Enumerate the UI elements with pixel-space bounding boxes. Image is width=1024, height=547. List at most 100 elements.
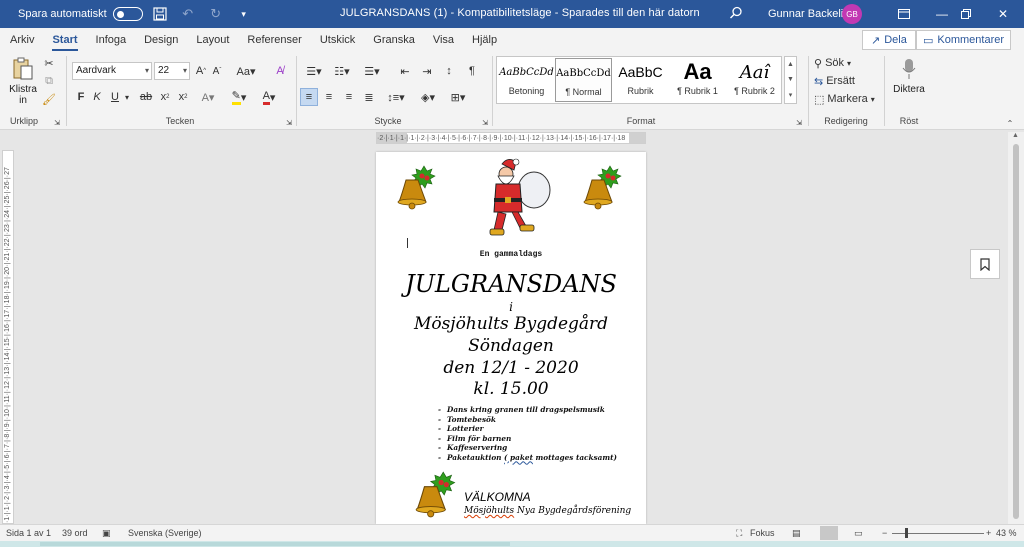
line-spacing-icon[interactable]: ↕≡▾: [384, 88, 408, 106]
search-icon[interactable]: [728, 5, 746, 23]
style-rubrik-2[interactable]: Aaî ¶ Rubrik 2: [726, 58, 783, 102]
avatar[interactable]: GB: [842, 4, 862, 24]
shrink-font-icon[interactable]: Aˇ: [210, 62, 224, 80]
superscript-icon[interactable]: x2: [176, 88, 190, 106]
web-layout-icon[interactable]: ▭: [854, 528, 863, 539]
scroll-thumb[interactable]: [1013, 144, 1019, 519]
tab-design[interactable]: Design: [144, 28, 178, 52]
chevron-down-icon[interactable]: ▼: [787, 76, 794, 83]
clipboard-launcher-icon[interactable]: ⇲: [52, 118, 62, 128]
underline-dropdown-icon[interactable]: ▾: [122, 88, 132, 106]
horizontal-ruler[interactable]: ·2·|·1·|·1·|·1·|·2·|·3·|·4·|·5·|·6·|·7·|…: [376, 132, 646, 144]
paste-icon[interactable]: [8, 56, 38, 82]
paste-button-label[interactable]: Klistra in: [6, 84, 40, 106]
word-count[interactable]: 39 ord: [62, 528, 88, 538]
font-color-icon[interactable]: A ▾: [258, 88, 280, 106]
styles-launcher-icon[interactable]: ⇲: [794, 118, 804, 128]
clear-formatting-icon[interactable]: A̸: [272, 62, 288, 80]
decrease-indent-icon[interactable]: ⇤: [396, 62, 414, 80]
proofing-icon[interactable]: ▣: [102, 528, 111, 539]
sort-icon[interactable]: ↕: [440, 62, 458, 80]
cut-icon[interactable]: ✂: [42, 56, 56, 70]
chevron-up-icon[interactable]: ▲: [787, 61, 794, 68]
document-page[interactable]: En gammaldags JULGRANSDANS i Mösjöhults …: [376, 152, 646, 524]
dictate-label[interactable]: Diktera: [888, 84, 930, 95]
zoom-out-icon[interactable]: −: [882, 528, 887, 538]
align-right-icon[interactable]: ≡: [340, 88, 358, 106]
print-layout-icon[interactable]: [820, 526, 838, 540]
borders-icon[interactable]: ⊞▾: [446, 88, 470, 106]
tab-utskick[interactable]: Utskick: [320, 28, 355, 52]
change-case-icon[interactable]: Aa▾: [236, 62, 256, 80]
tab-arkiv[interactable]: Arkiv: [10, 28, 34, 52]
style-betoning[interactable]: AaBbCcDd Betoning: [498, 58, 555, 102]
strikethrough-icon[interactable]: ab: [138, 88, 154, 106]
style-rubrik[interactable]: AaBbC Rubrik: [612, 58, 669, 102]
redo-icon[interactable]: ↻: [205, 3, 227, 25]
list-item[interactable]: Dans kring granen till dragspelsmusik: [438, 405, 638, 415]
flyer-line-i[interactable]: i: [376, 300, 646, 314]
bullets-icon[interactable]: ☰▾: [302, 62, 326, 80]
style-normal[interactable]: AaBbCcDd ¶ Normal: [555, 58, 612, 102]
list-item[interactable]: Film för barnen: [438, 434, 638, 444]
tab-layout[interactable]: Layout: [196, 28, 229, 52]
autosave-control[interactable]: Spara automatiskt: [18, 7, 143, 21]
multilevel-list-icon[interactable]: ☰▾: [360, 62, 384, 80]
focus-icon[interactable]: ⛶: [736, 528, 742, 539]
zoom-slider-thumb[interactable]: [905, 528, 908, 538]
align-left-icon[interactable]: ≡: [300, 88, 318, 106]
scroll-up-icon[interactable]: ▲: [1012, 132, 1019, 139]
close-icon[interactable]: ✕: [985, 0, 1021, 28]
italic-icon[interactable]: K: [90, 88, 104, 106]
comments-button[interactable]: ▭ Kommentarer: [916, 30, 1012, 50]
tab-hjalp[interactable]: Hjälp: [472, 28, 497, 52]
autosave-toggle[interactable]: [112, 7, 143, 21]
grammar-flagged-text[interactable]: ( paket: [504, 453, 533, 462]
font-name-combo[interactable]: Aardvark ▾: [72, 62, 152, 80]
select-button[interactable]: ⬚ Markera ▾: [814, 91, 876, 107]
vertical-ruler[interactable]: ·1·|·1·|·2·|·3·|·4·|·5·|·6·|·7·|·8·|·9·|…: [2, 150, 14, 524]
ribbon-display-options-icon[interactable]: [886, 0, 922, 28]
styles-scroll[interactable]: ▲ ▼ ▾: [784, 56, 797, 104]
vertical-scrollbar[interactable]: ▲: [1008, 132, 1024, 524]
show-formatting-icon[interactable]: ¶: [464, 62, 480, 80]
find-button[interactable]: ⚲ Sök ▾: [814, 55, 866, 71]
zoom-level[interactable]: 43 %: [996, 528, 1017, 538]
zoom-in-icon[interactable]: +: [986, 528, 991, 538]
grow-font-icon[interactable]: A ^: [194, 62, 208, 80]
underline-icon[interactable]: U: [108, 88, 122, 106]
tab-visa[interactable]: Visa: [433, 28, 454, 52]
font-size-combo[interactable]: 22 ▾: [154, 62, 190, 80]
flyer-welcome[interactable]: VÄLKOMNA: [464, 490, 531, 504]
subscript-icon[interactable]: x2: [158, 88, 172, 106]
flyer-date[interactable]: den 12/1 - 2020: [376, 358, 646, 378]
list-item[interactable]: Paketauktion ( paket mottages tacksamt): [438, 453, 638, 463]
page-count[interactable]: Sida 1 av 1: [6, 528, 51, 538]
share-button[interactable]: ↗ Dela: [862, 30, 916, 50]
more-styles-icon[interactable]: ▾: [789, 91, 793, 99]
flyer-day[interactable]: Söndagen: [376, 336, 646, 356]
flyer-time[interactable]: kl. 15.00: [376, 379, 646, 399]
restore-icon[interactable]: [948, 0, 984, 28]
save-icon[interactable]: [149, 3, 171, 25]
flyer-title[interactable]: JULGRANSDANS: [376, 270, 646, 298]
text-effects-icon[interactable]: A▾: [198, 88, 218, 106]
list-item[interactable]: Lotterier: [438, 424, 638, 434]
style-rubrik-1[interactable]: Aa ¶ Rubrik 1: [669, 58, 726, 102]
replace-button[interactable]: ⇆ Ersätt: [814, 73, 866, 89]
paragraph-launcher-icon[interactable]: ⇲: [480, 118, 490, 128]
tab-granska[interactable]: Granska: [373, 28, 415, 52]
font-launcher-icon[interactable]: ⇲: [284, 118, 294, 128]
bookmark-button[interactable]: [970, 249, 1000, 279]
customize-toolbar-icon[interactable]: ▾: [233, 3, 255, 25]
undo-icon[interactable]: ↶: [177, 3, 199, 25]
user-name[interactable]: Gunnar Backelin: [768, 8, 849, 20]
list-item[interactable]: Tomtebesök: [438, 415, 638, 425]
bold-icon[interactable]: F: [74, 88, 88, 106]
tab-start[interactable]: Start: [52, 28, 78, 52]
increase-indent-icon[interactable]: ⇥: [418, 62, 436, 80]
spelling-flagged-text[interactable]: Mösjöhults: [464, 506, 514, 516]
language-indicator[interactable]: Svenska (Sverige): [128, 528, 202, 538]
flyer-subtitle[interactable]: En gammaldags: [376, 250, 646, 259]
focus-label[interactable]: Fokus: [750, 528, 775, 538]
